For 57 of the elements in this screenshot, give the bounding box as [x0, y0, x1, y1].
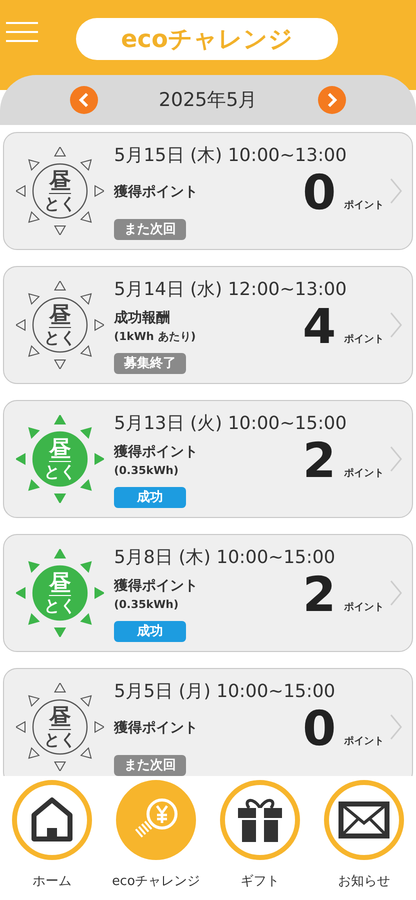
point-value: 2 [302, 436, 336, 485]
page-title: ecoチャレンジ [76, 18, 338, 60]
chevron-icon [390, 446, 402, 472]
event-card[interactable]: 昼 とく 5月15日 (木) 10:00~13:00 獲得ポイント 0 ポイント また次回 [3, 132, 413, 250]
icon-label: 昼 [49, 438, 71, 462]
icon-label: 昼 [49, 304, 71, 328]
point-label: 成功報酬 [114, 309, 171, 328]
chevron-right-icon [327, 93, 337, 107]
event-date: 5月15日 (木) 10:00~13:00 [114, 144, 348, 168]
previous-month-button[interactable] [70, 86, 98, 114]
point-value: 4 [302, 302, 336, 351]
icon-label: とく [44, 330, 76, 346]
status-tag: また次回 [114, 754, 186, 776]
point-label: 獲得ポイント [114, 443, 198, 462]
icon-label: とく [44, 598, 76, 614]
chevron-icon [390, 714, 402, 740]
point-label: 獲得ポイント [114, 719, 198, 738]
event-date: 5月5日 (月) 10:00~15:00 [114, 680, 336, 704]
icon-label: 昼 [49, 572, 71, 596]
point-unit: ポイント [344, 332, 384, 347]
icon-label: とく [44, 732, 76, 748]
point-note: (0.35kWh) [114, 463, 180, 479]
point-note: (0.35kWh) [114, 597, 180, 613]
house-icon [30, 797, 74, 843]
point-label: 獲得ポイント [114, 577, 198, 596]
next-month-button[interactable] [318, 86, 346, 114]
event-date: 5月8日 (木) 10:00~15:00 [114, 546, 336, 570]
status-tag: 成功 [114, 486, 186, 508]
icon-label: とく [44, 464, 76, 480]
point-value: 2 [302, 570, 336, 619]
chevron-left-icon [79, 93, 89, 107]
status-tag: 成功 [114, 620, 186, 642]
point-unit: ポイント [344, 734, 384, 749]
event-date: 5月13日 (火) 10:00~15:00 [114, 412, 348, 436]
event-card[interactable]: 昼 とく 5月13日 (火) 10:00~15:00 獲得ポイント (0.35kWh) 2 ポイント 成功 [3, 400, 413, 518]
point-note: (1kWh あたり) [114, 329, 196, 345]
point-unit: ポイント [344, 600, 384, 615]
event-date: 5月14日 (水) 12:00~13:00 [114, 278, 348, 302]
chevron-icon [390, 580, 402, 606]
month-label: 2025年5月 [158, 88, 258, 113]
point-unit: ポイント [344, 198, 384, 213]
point-label: 獲得ポイント [114, 183, 198, 202]
icon-label: 昼 [49, 170, 71, 194]
point-unit: ポイント [344, 466, 384, 481]
gift-icon [235, 796, 285, 844]
event-card[interactable]: 昼 とく 5月8日 (木) 10:00~15:00 獲得ポイント (0.35kWh) 2 ポイント 成功 [3, 534, 413, 652]
chevron-icon [390, 312, 402, 338]
icon-label: とく [44, 196, 76, 212]
event-card[interactable]: 昼 とく 5月5日 (月) 10:00~15:00 獲得ポイント 0 ポイント また次回 [3, 668, 413, 776]
envelope-icon [338, 801, 390, 839]
status-tag: 募集終了 [114, 352, 186, 374]
point-value: 0 [302, 168, 336, 217]
status-tag: また次回 [114, 218, 186, 240]
icon-label: 昼 [49, 706, 71, 730]
chevron-icon [390, 178, 402, 204]
point-value: 0 [302, 704, 336, 753]
event-card[interactable]: 昼 とく 5月14日 (水) 12:00~13:00 成功報酬 (1kWh あたり) 4 ポイント 募集終了 [3, 266, 413, 384]
